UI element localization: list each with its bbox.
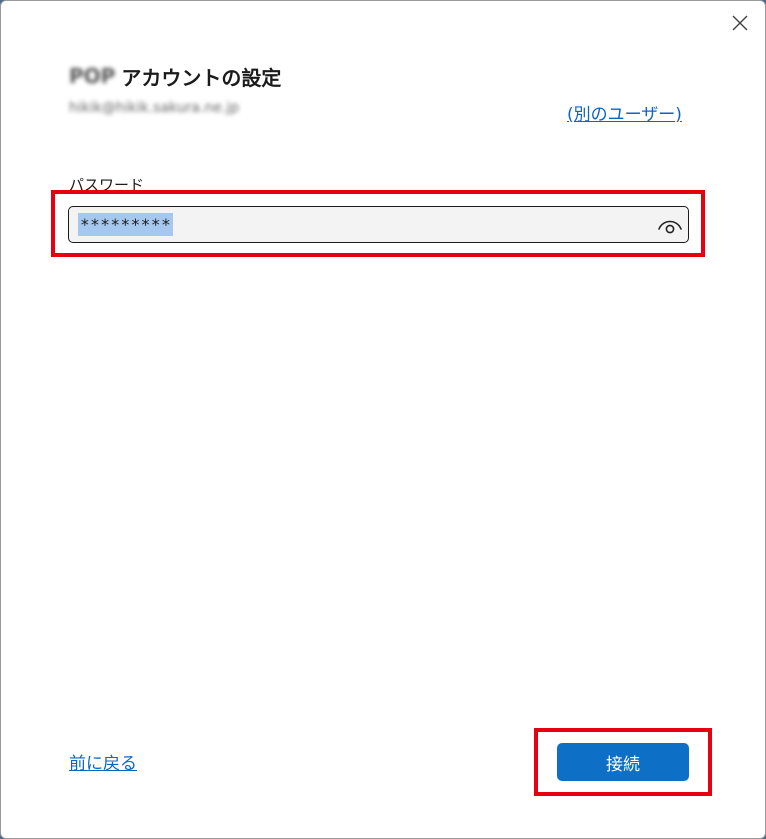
account-type-label: POP — [69, 64, 116, 88]
switch-user-link[interactable]: (別のユーザー) — [567, 100, 682, 125]
password-highlight-annotation — [51, 190, 705, 257]
pop-account-settings-dialog: POP アカウントの設定 hikik@hikik.sakura.ne.jp (別… — [0, 0, 766, 839]
connect-highlight-annotation — [534, 728, 712, 796]
account-email: hikik@hikik.sakura.ne.jp — [69, 100, 240, 116]
back-link[interactable]: 前に戻る — [69, 749, 137, 774]
close-button[interactable] — [728, 11, 752, 35]
dialog-title: POP アカウントの設定 — [69, 61, 281, 91]
dialog-title-text: アカウントの設定 — [121, 65, 282, 90]
close-icon — [732, 15, 748, 31]
